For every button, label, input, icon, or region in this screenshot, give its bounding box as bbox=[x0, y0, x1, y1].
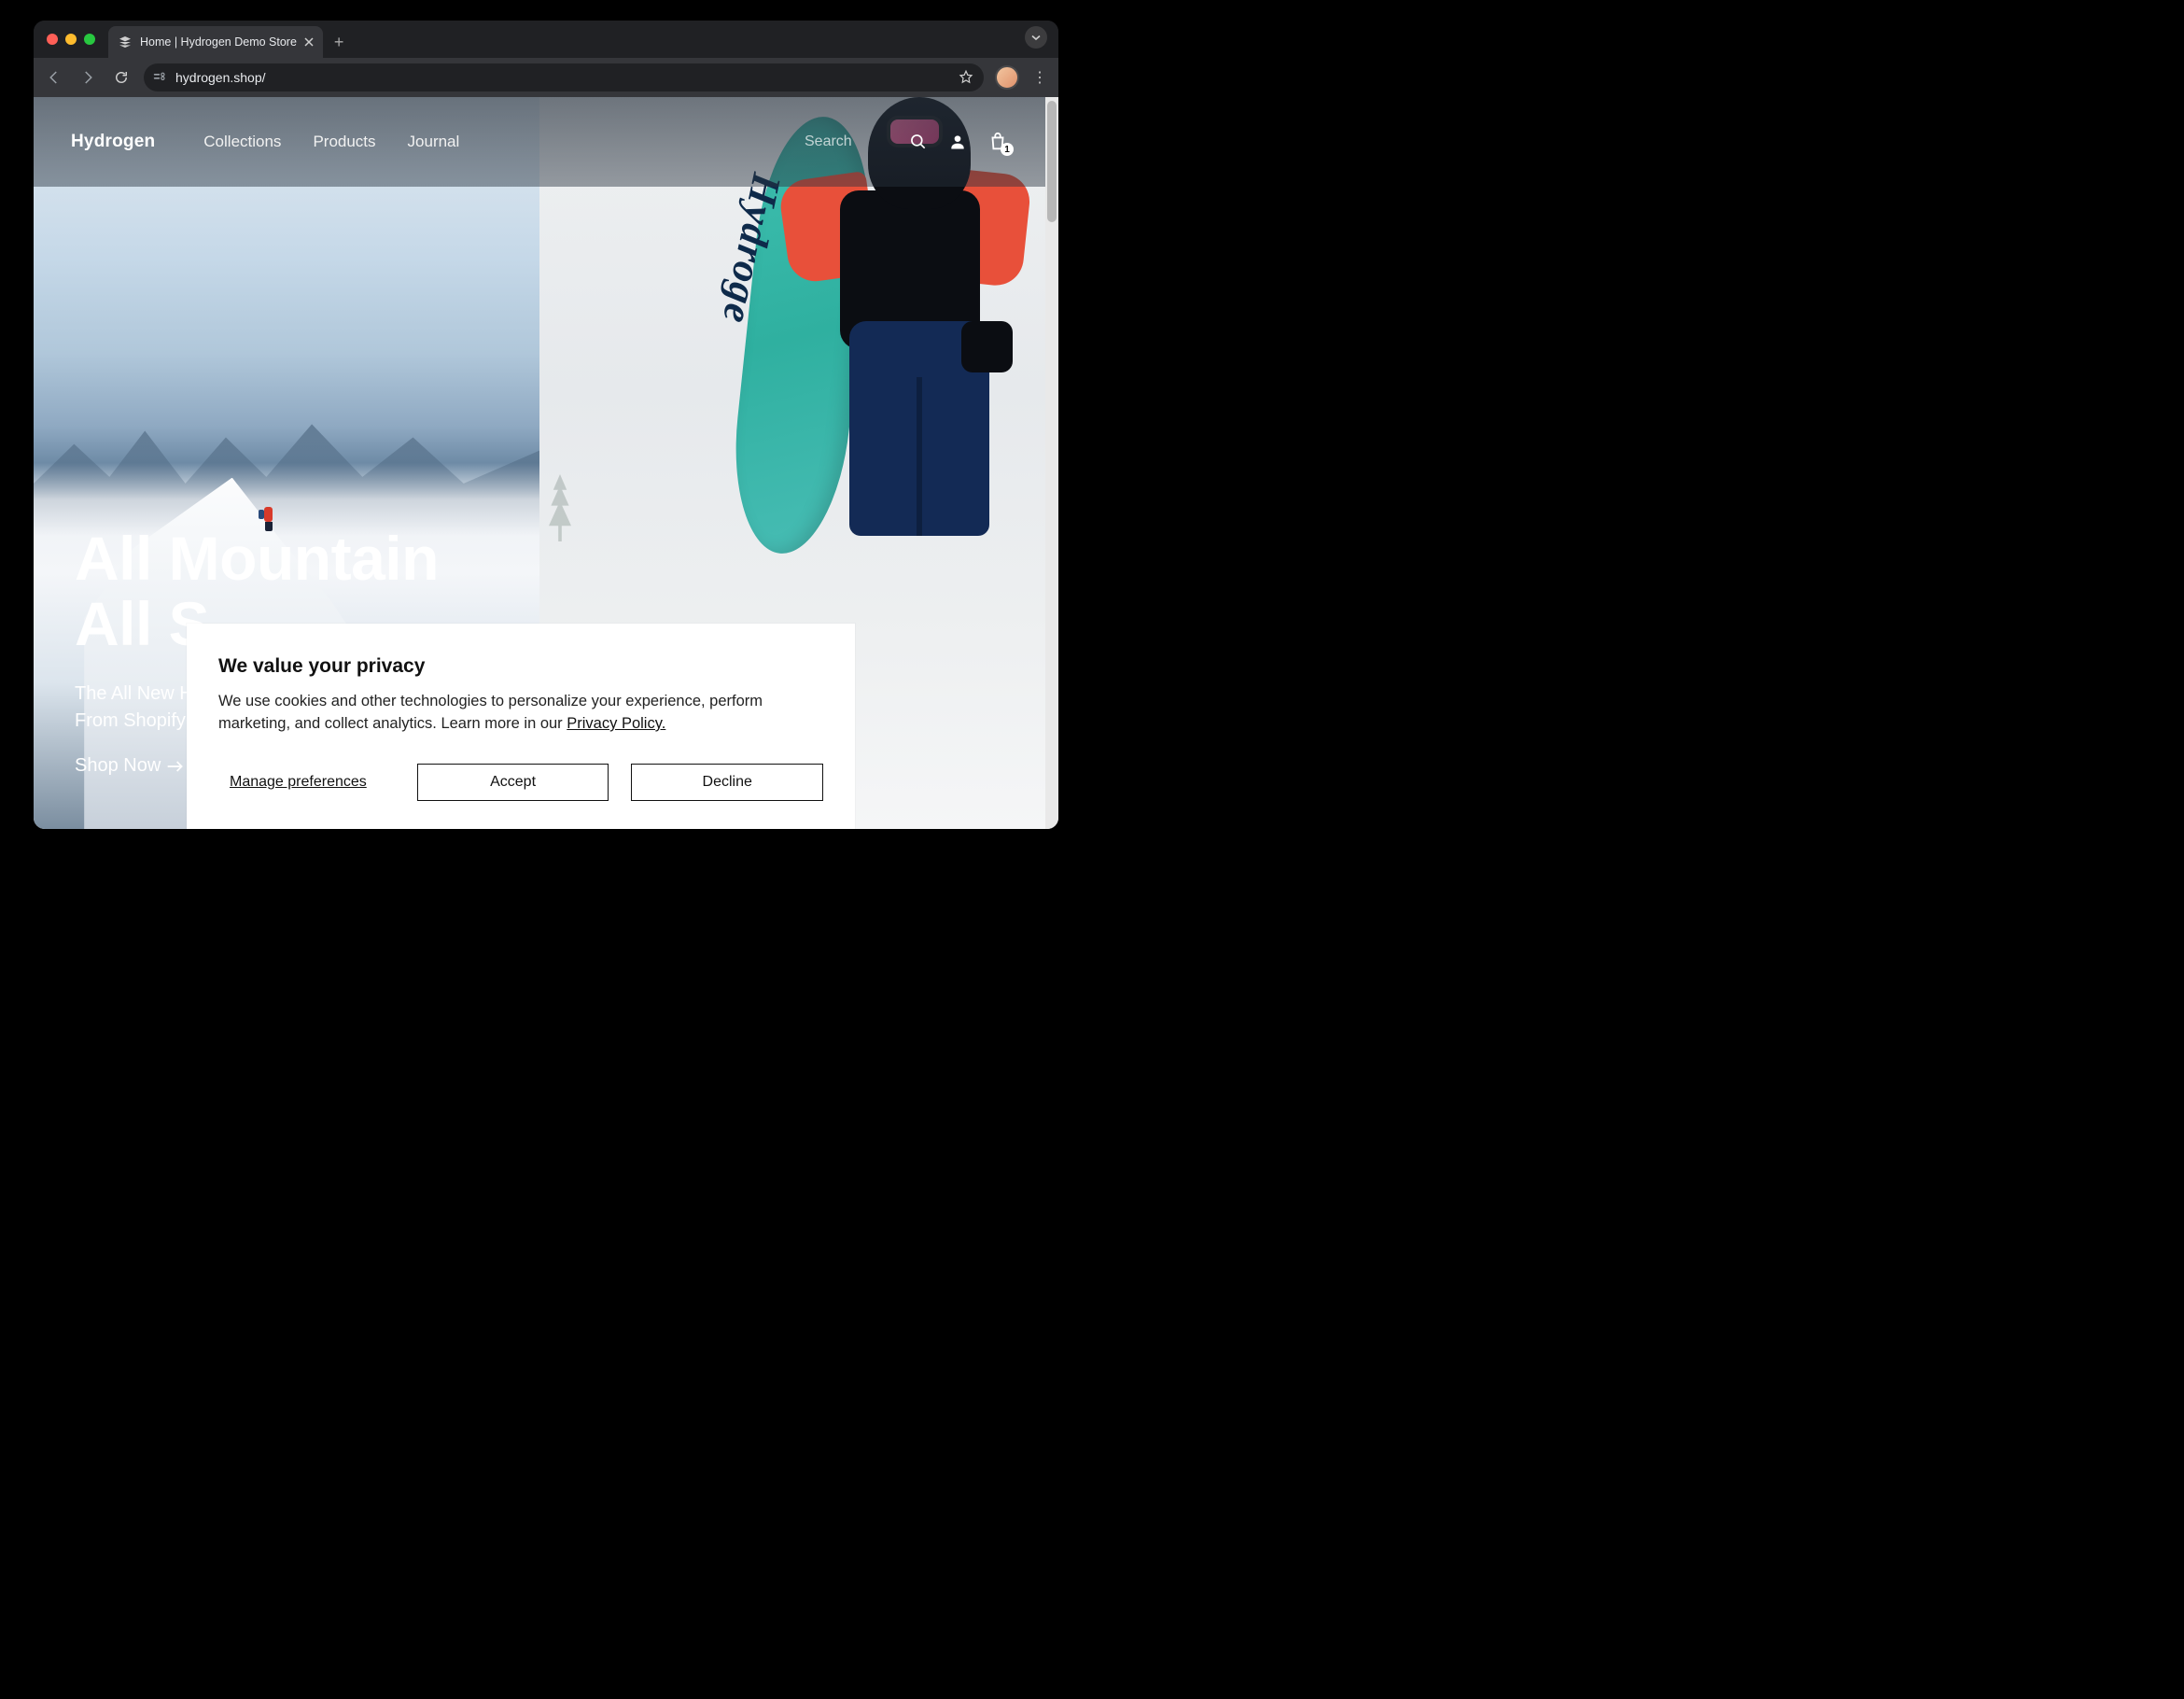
back-button[interactable] bbox=[43, 66, 65, 89]
accept-button[interactable]: Accept bbox=[417, 764, 609, 801]
account-icon[interactable] bbox=[948, 133, 967, 151]
decline-button[interactable]: Decline bbox=[631, 764, 823, 801]
hero-title-line1: All Mountain bbox=[75, 527, 439, 591]
window-minimize-button[interactable] bbox=[65, 34, 77, 45]
tab-close-button[interactable] bbox=[304, 37, 314, 47]
manage-preferences-link[interactable]: Manage preferences bbox=[230, 774, 367, 791]
tab-favicon-icon bbox=[118, 35, 133, 49]
bookmark-star-icon[interactable] bbox=[958, 69, 974, 86]
tab-overflow-button[interactable] bbox=[1014, 26, 1058, 58]
search-icon[interactable] bbox=[909, 133, 928, 151]
cookie-consent-banner: We value your privacy We use cookies and… bbox=[187, 624, 855, 829]
profile-avatar[interactable] bbox=[995, 65, 1019, 90]
cookie-actions: Manage preferences Accept Decline bbox=[218, 764, 823, 801]
snowboard-brand-text: Hydroge bbox=[721, 169, 791, 288]
window-close-button[interactable] bbox=[47, 34, 58, 45]
nav-link-products[interactable]: Products bbox=[313, 133, 375, 151]
new-tab-button[interactable]: + bbox=[323, 33, 356, 58]
url-text: hydrogen.shop/ bbox=[175, 70, 950, 85]
reload-button[interactable] bbox=[110, 66, 133, 89]
cookie-body-text: We use cookies and other technologies to… bbox=[218, 693, 763, 732]
browser-toolbar: hydrogen.shop/ ⋮ bbox=[34, 58, 1058, 97]
decline-button-label: Decline bbox=[703, 774, 752, 791]
tree-icon bbox=[543, 474, 577, 541]
site-header: Hydrogen Collections Products Journal bbox=[34, 97, 1045, 187]
nav-link-journal[interactable]: Journal bbox=[408, 133, 460, 151]
search-input[interactable] bbox=[805, 133, 889, 150]
privacy-policy-link[interactable]: Privacy Policy. bbox=[567, 715, 665, 732]
site-info-icon[interactable] bbox=[153, 71, 168, 84]
window-maximize-button[interactable] bbox=[84, 34, 95, 45]
primary-nav: Collections Products Journal bbox=[203, 133, 459, 151]
arrow-right-icon bbox=[166, 759, 185, 774]
tab-strip: Home | Hydrogen Demo Store + bbox=[34, 21, 1058, 58]
brand-logo[interactable]: Hydrogen bbox=[71, 132, 155, 152]
cart-count-badge: 1 bbox=[1001, 143, 1014, 156]
vertical-scrollbar[interactable] bbox=[1045, 97, 1058, 829]
page-content: Hydroge Hydrogen Co bbox=[34, 97, 1045, 829]
hero-cta-label: Shop Now bbox=[75, 755, 161, 777]
nav-link-collections[interactable]: Collections bbox=[203, 133, 281, 151]
viewport: Hydroge Hydrogen Co bbox=[34, 97, 1058, 829]
browser-tab[interactable]: Home | Hydrogen Demo Store bbox=[108, 26, 323, 58]
forward-button[interactable] bbox=[77, 66, 99, 89]
browser-menu-button[interactable]: ⋮ bbox=[1030, 68, 1049, 87]
cart-button[interactable]: 1 bbox=[987, 132, 1008, 152]
tab-title: Home | Hydrogen Demo Store bbox=[140, 35, 297, 49]
window-controls bbox=[47, 34, 108, 58]
header-actions: 1 bbox=[805, 132, 1008, 152]
accept-button-label: Accept bbox=[490, 774, 536, 791]
cookie-title: We value your privacy bbox=[218, 655, 823, 678]
cookie-body: We use cookies and other technologies to… bbox=[218, 691, 823, 736]
address-bar[interactable]: hydrogen.shop/ bbox=[144, 63, 984, 91]
scrollbar-thumb[interactable] bbox=[1047, 101, 1057, 222]
browser-window: Home | Hydrogen Demo Store + hydrogen.sh bbox=[34, 21, 1058, 829]
